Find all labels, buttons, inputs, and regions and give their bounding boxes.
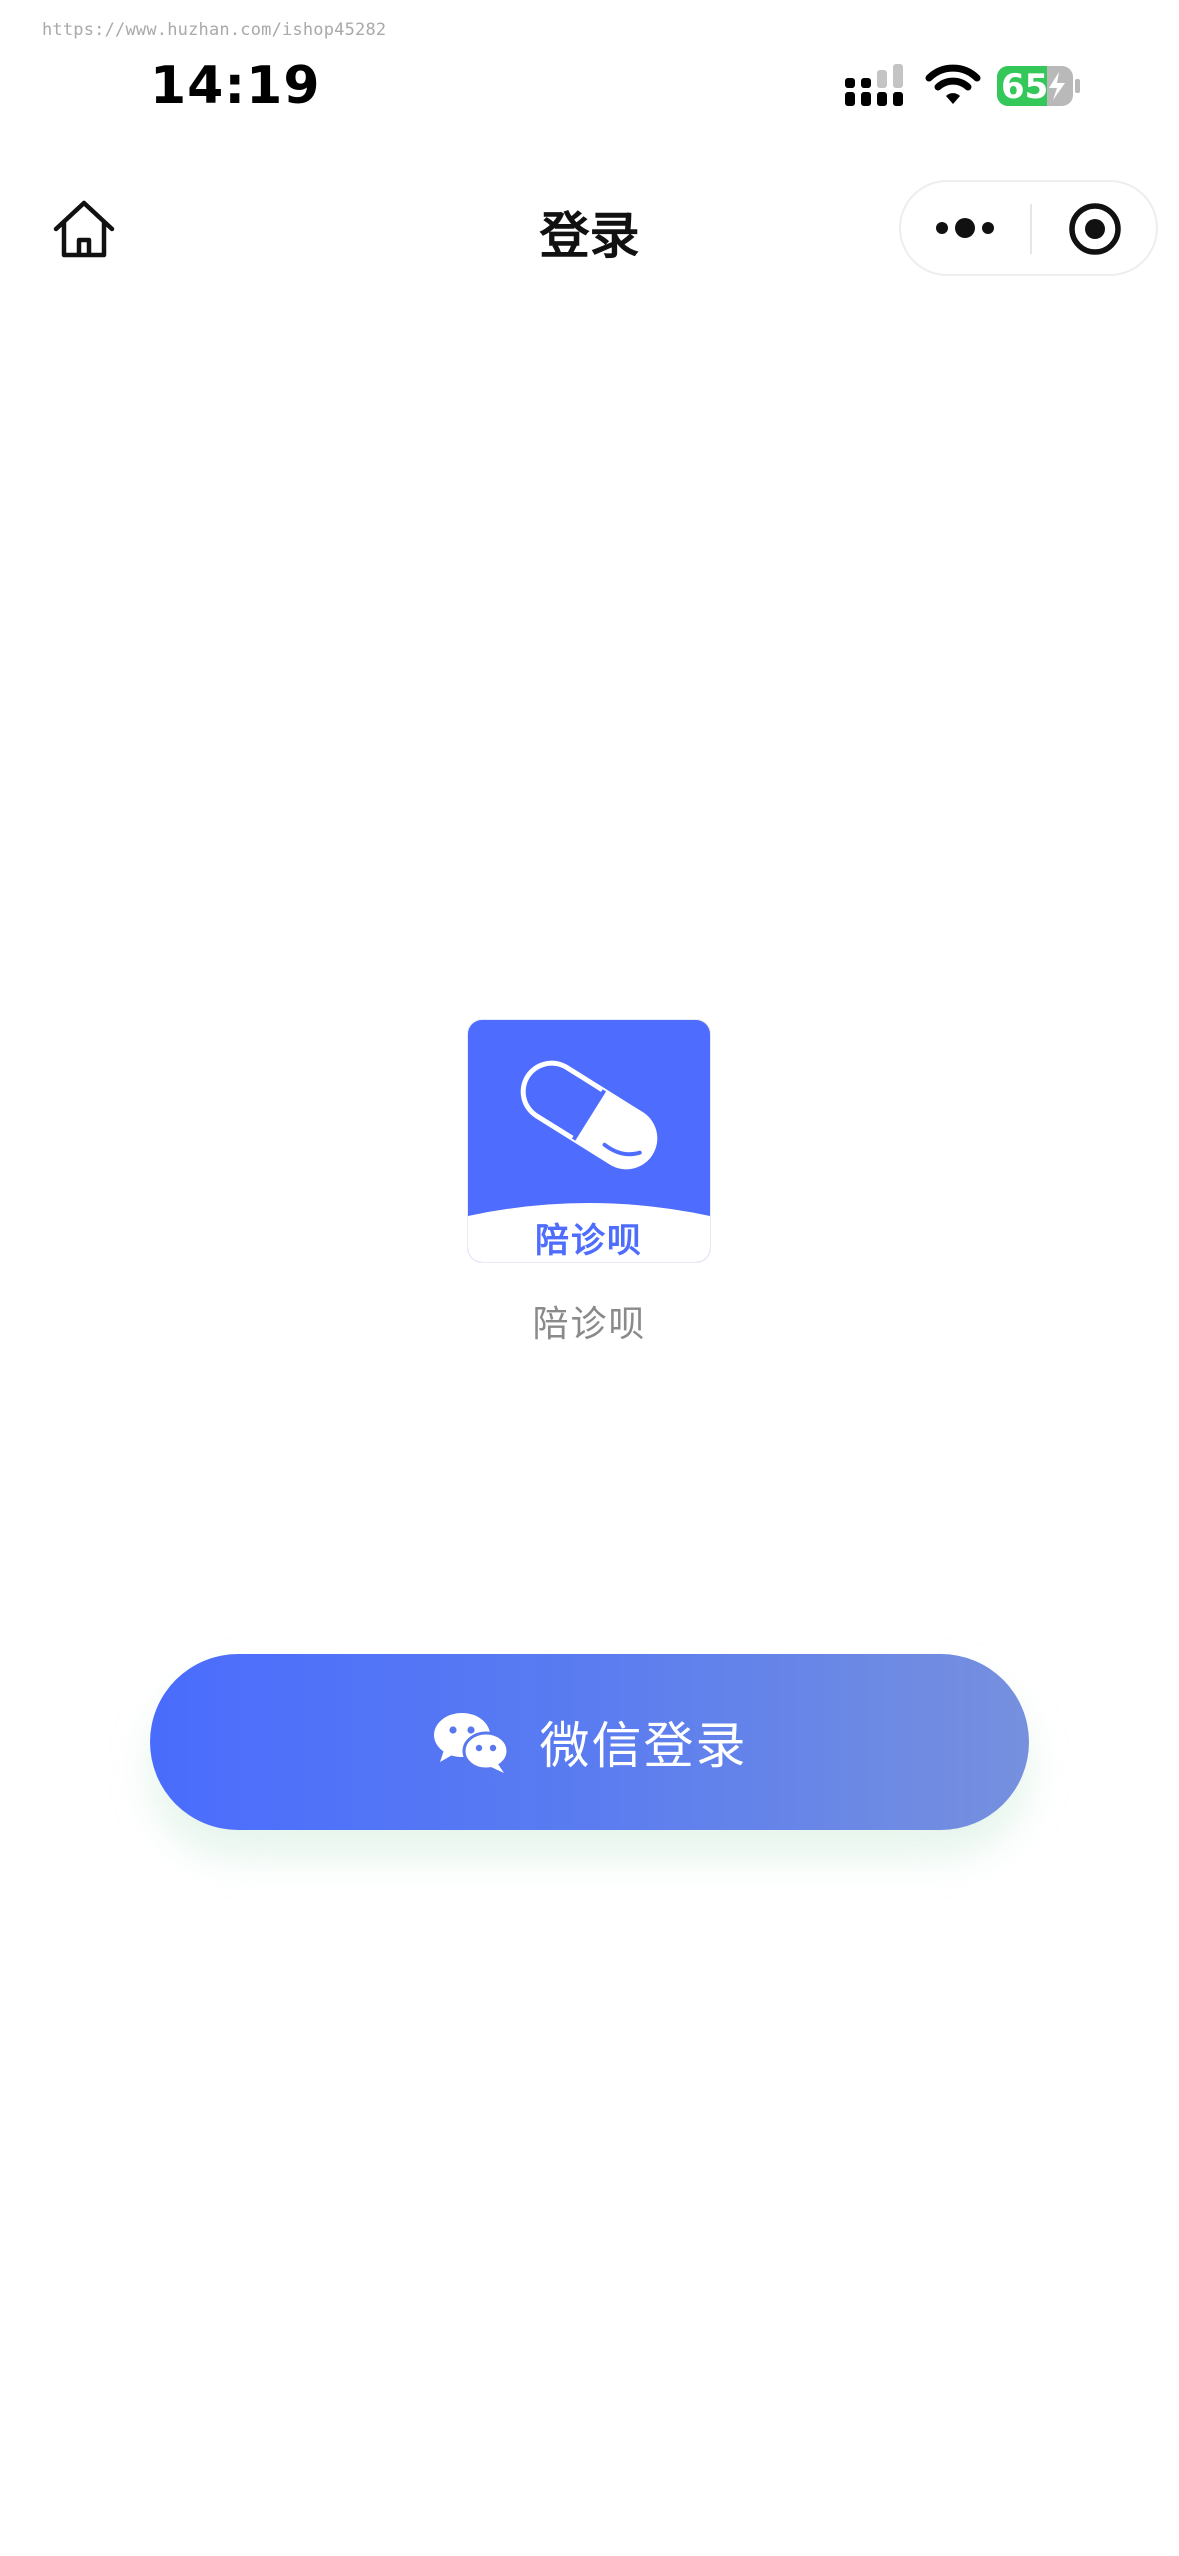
wechat-icon xyxy=(433,1713,509,1773)
wechat-login-button[interactable]: 微信登录 xyxy=(150,1654,1029,1830)
login-page: https://www.huzhan.com/ishop45282 14:19 … xyxy=(0,0,1179,2556)
wechat-login-label: 微信登录 xyxy=(539,1717,748,1775)
cellular-signal-icon xyxy=(845,64,903,106)
status-time: 14:19 xyxy=(150,56,321,116)
capsule-divider xyxy=(1030,204,1032,254)
logo-label: 陪诊呗 xyxy=(535,1221,643,1261)
battery-charging-icon: 65 xyxy=(997,64,1081,108)
more-dots-icon[interactable] xyxy=(936,210,994,246)
battery-level: 65 xyxy=(1001,67,1049,107)
watermark-text: https://www.huzhan.com/ishop45282 xyxy=(42,20,387,40)
app-name: 陪诊呗 xyxy=(532,1304,647,1345)
miniprogram-close-icon[interactable] xyxy=(1068,202,1122,256)
miniprogram-capsule xyxy=(899,180,1158,276)
wifi-icon xyxy=(925,64,981,104)
app-logo: 陪诊呗 xyxy=(468,1020,710,1262)
